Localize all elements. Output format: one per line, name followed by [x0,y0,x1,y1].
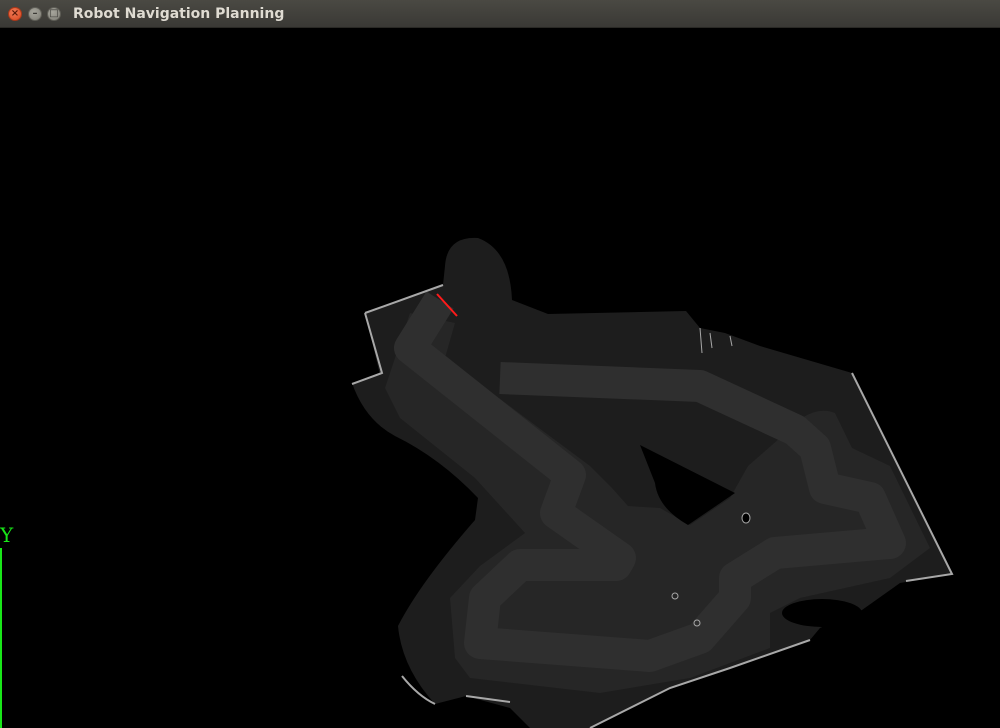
minimize-icon: – [32,8,38,19]
y-axis-label: Y [0,523,14,547]
maximize-window-button[interactable]: □ [47,7,61,21]
maximize-icon: □ [49,8,59,19]
minimize-window-button[interactable]: – [28,7,42,21]
close-window-button[interactable]: × [8,7,22,21]
occupancy-map [0,237,954,728]
map-viewport[interactable]: Y [0,28,1000,728]
window-title: Robot Navigation Planning [73,6,285,22]
app-window: × – □ Robot Navigation Planning Y [0,0,1000,728]
title-bar: × – □ Robot Navigation Planning [0,0,1000,28]
close-icon: × [10,8,20,19]
